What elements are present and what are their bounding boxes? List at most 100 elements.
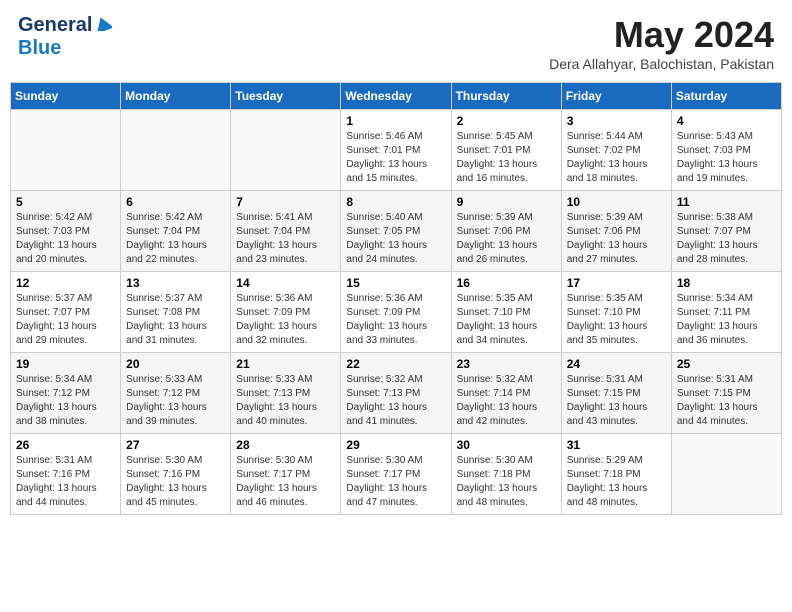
calendar-cell: 10 Sunrise: 5:39 AMSunset: 7:06 PMDayligh… (561, 191, 671, 272)
day-info: Sunrise: 5:41 AMSunset: 7:04 PMDaylight:… (236, 211, 335, 267)
day-info: Sunrise: 5:30 AMSunset: 7:16 PMDaylight:… (126, 454, 225, 510)
title-block: May 2024 Dera Allahyar, Balochistan, Pak… (549, 14, 774, 72)
calendar-cell: 13 Sunrise: 5:37 AMSunset: 7:08 PMDayligh… (121, 272, 231, 353)
day-number: 24 (567, 357, 666, 371)
calendar-cell: 19 Sunrise: 5:34 AMSunset: 7:12 PMDayligh… (11, 353, 121, 434)
calendar-cell: 6 Sunrise: 5:42 AMSunset: 7:04 PMDaylight… (121, 191, 231, 272)
day-info: Sunrise: 5:43 AMSunset: 7:03 PMDaylight:… (677, 130, 776, 186)
col-header-monday: Monday (121, 83, 231, 110)
calendar-cell: 31 Sunrise: 5:29 AMSunset: 7:18 PMDayligh… (561, 434, 671, 515)
month-title: May 2024 (549, 14, 774, 56)
calendar-week-5: 26 Sunrise: 5:31 AMSunset: 7:16 PMDayligh… (11, 434, 782, 515)
day-info: Sunrise: 5:29 AMSunset: 7:18 PMDaylight:… (567, 454, 666, 510)
calendar-cell: 9 Sunrise: 5:39 AMSunset: 7:06 PMDaylight… (451, 191, 561, 272)
day-number: 31 (567, 438, 666, 452)
col-header-saturday: Saturday (671, 83, 781, 110)
calendar-cell: 3Sunrise: 5:44 AMSunset: 7:02 PMDaylight… (561, 110, 671, 191)
day-number: 23 (457, 357, 556, 371)
calendar-cell: 1 Sunrise: 5:46 AMSunset: 7:01 PMDaylight… (341, 110, 451, 191)
calendar-cell: 5 Sunrise: 5:42 AMSunset: 7:03 PMDaylight… (11, 191, 121, 272)
day-number: 22 (346, 357, 445, 371)
day-number: 21 (236, 357, 335, 371)
col-header-tuesday: Tuesday (231, 83, 341, 110)
calendar-cell: 18 Sunrise: 5:34 AMSunset: 7:11 PMDayligh… (671, 272, 781, 353)
day-number: 7 (236, 195, 335, 209)
calendar-cell: 22 Sunrise: 5:32 AMSunset: 7:13 PMDayligh… (341, 353, 451, 434)
logo-blue: Blue (18, 37, 61, 59)
location-text: Dera Allahyar, Balochistan, Pakistan (549, 56, 774, 72)
logo: General Blue (18, 14, 112, 60)
calendar-week-4: 19 Sunrise: 5:34 AMSunset: 7:12 PMDayligh… (11, 353, 782, 434)
day-number: 2 (457, 114, 556, 128)
day-number: 9 (457, 195, 556, 209)
day-info: Sunrise: 5:39 AMSunset: 7:06 PMDaylight:… (457, 211, 556, 267)
day-number: 8 (346, 195, 445, 209)
day-info: Sunrise: 5:35 AMSunset: 7:10 PMDaylight:… (567, 292, 666, 348)
calendar-cell: 20Sunrise: 5:33 AMSunset: 7:12 PMDayligh… (121, 353, 231, 434)
day-info: Sunrise: 5:30 AMSunset: 7:18 PMDaylight:… (457, 454, 556, 510)
day-info: Sunrise: 5:34 AMSunset: 7:12 PMDaylight:… (16, 373, 115, 429)
day-number: 19 (16, 357, 115, 371)
calendar-cell (231, 110, 341, 191)
col-header-friday: Friday (561, 83, 671, 110)
day-info: Sunrise: 5:31 AMSunset: 7:15 PMDaylight:… (677, 373, 776, 429)
day-number: 10 (567, 195, 666, 209)
day-number: 26 (16, 438, 115, 452)
day-info: Sunrise: 5:42 AMSunset: 7:04 PMDaylight:… (126, 211, 225, 267)
day-number: 29 (346, 438, 445, 452)
calendar-cell: 25 Sunrise: 5:31 AMSunset: 7:15 PMDayligh… (671, 353, 781, 434)
calendar-cell: 21 Sunrise: 5:33 AMSunset: 7:13 PMDayligh… (231, 353, 341, 434)
day-info: Sunrise: 5:37 AMSunset: 7:08 PMDaylight:… (126, 292, 225, 348)
day-number: 1 (346, 114, 445, 128)
calendar-week-2: 5 Sunrise: 5:42 AMSunset: 7:03 PMDaylight… (11, 191, 782, 272)
day-info: Sunrise: 5:36 AMSunset: 7:09 PMDaylight:… (236, 292, 335, 348)
calendar-cell: 11Sunrise: 5:38 AMSunset: 7:07 PMDayligh… (671, 191, 781, 272)
day-number: 5 (16, 195, 115, 209)
col-header-sunday: Sunday (11, 83, 121, 110)
day-number: 18 (677, 276, 776, 290)
day-info: Sunrise: 5:30 AMSunset: 7:17 PMDaylight:… (346, 454, 445, 510)
day-info: Sunrise: 5:30 AMSunset: 7:17 PMDaylight:… (236, 454, 335, 510)
calendar-cell: 29 Sunrise: 5:30 AMSunset: 7:17 PMDayligh… (341, 434, 451, 515)
day-info: Sunrise: 5:37 AMSunset: 7:07 PMDaylight:… (16, 292, 115, 348)
calendar-cell: 28Sunrise: 5:30 AMSunset: 7:17 PMDayligh… (231, 434, 341, 515)
day-number: 27 (126, 438, 225, 452)
day-info: Sunrise: 5:36 AMSunset: 7:09 PMDaylight:… (346, 292, 445, 348)
calendar-cell (11, 110, 121, 191)
day-info: Sunrise: 5:33 AMSunset: 7:12 PMDaylight:… (126, 373, 225, 429)
calendar-cell: 12 Sunrise: 5:37 AMSunset: 7:07 PMDayligh… (11, 272, 121, 353)
day-number: 12 (16, 276, 115, 290)
day-info: Sunrise: 5:44 AMSunset: 7:02 PMDaylight:… (567, 130, 666, 186)
calendar-cell: 27 Sunrise: 5:30 AMSunset: 7:16 PMDayligh… (121, 434, 231, 515)
page-header: General Blue May 2024 Dera Allahyar, Bal… (10, 10, 782, 76)
day-info: Sunrise: 5:46 AMSunset: 7:01 PMDaylight:… (346, 130, 445, 186)
day-info: Sunrise: 5:33 AMSunset: 7:13 PMDaylight:… (236, 373, 335, 429)
calendar-table: SundayMondayTuesdayWednesdayThursdayFrid… (10, 82, 782, 515)
calendar-cell: 24Sunrise: 5:31 AMSunset: 7:15 PMDayligh… (561, 353, 671, 434)
day-info: Sunrise: 5:31 AMSunset: 7:16 PMDaylight:… (16, 454, 115, 510)
day-info: Sunrise: 5:32 AMSunset: 7:13 PMDaylight:… (346, 373, 445, 429)
day-number: 14 (236, 276, 335, 290)
day-info: Sunrise: 5:39 AMSunset: 7:06 PMDaylight:… (567, 211, 666, 267)
calendar-cell: 2 Sunrise: 5:45 AMSunset: 7:01 PMDaylight… (451, 110, 561, 191)
logo-general: General (18, 14, 92, 36)
calendar-cell: 26 Sunrise: 5:31 AMSunset: 7:16 PMDayligh… (11, 434, 121, 515)
calendar-week-1: 1 Sunrise: 5:46 AMSunset: 7:01 PMDaylight… (11, 110, 782, 191)
calendar-week-3: 12 Sunrise: 5:37 AMSunset: 7:07 PMDayligh… (11, 272, 782, 353)
day-info: Sunrise: 5:42 AMSunset: 7:03 PMDaylight:… (16, 211, 115, 267)
calendar-cell: 7 Sunrise: 5:41 AMSunset: 7:04 PMDaylight… (231, 191, 341, 272)
calendar-cell: 16Sunrise: 5:35 AMSunset: 7:10 PMDayligh… (451, 272, 561, 353)
calendar-header-row: SundayMondayTuesdayWednesdayThursdayFrid… (11, 83, 782, 110)
day-number: 6 (126, 195, 225, 209)
calendar-cell: 23Sunrise: 5:32 AMSunset: 7:14 PMDayligh… (451, 353, 561, 434)
day-info: Sunrise: 5:34 AMSunset: 7:11 PMDaylight:… (677, 292, 776, 348)
calendar-cell (121, 110, 231, 191)
day-number: 15 (346, 276, 445, 290)
day-number: 13 (126, 276, 225, 290)
logo-bird-icon (94, 17, 112, 31)
day-info: Sunrise: 5:45 AMSunset: 7:01 PMDaylight:… (457, 130, 556, 186)
day-number: 25 (677, 357, 776, 371)
day-number: 11 (677, 195, 776, 209)
day-info: Sunrise: 5:35 AMSunset: 7:10 PMDaylight:… (457, 292, 556, 348)
calendar-cell: 14 Sunrise: 5:36 AMSunset: 7:09 PMDayligh… (231, 272, 341, 353)
